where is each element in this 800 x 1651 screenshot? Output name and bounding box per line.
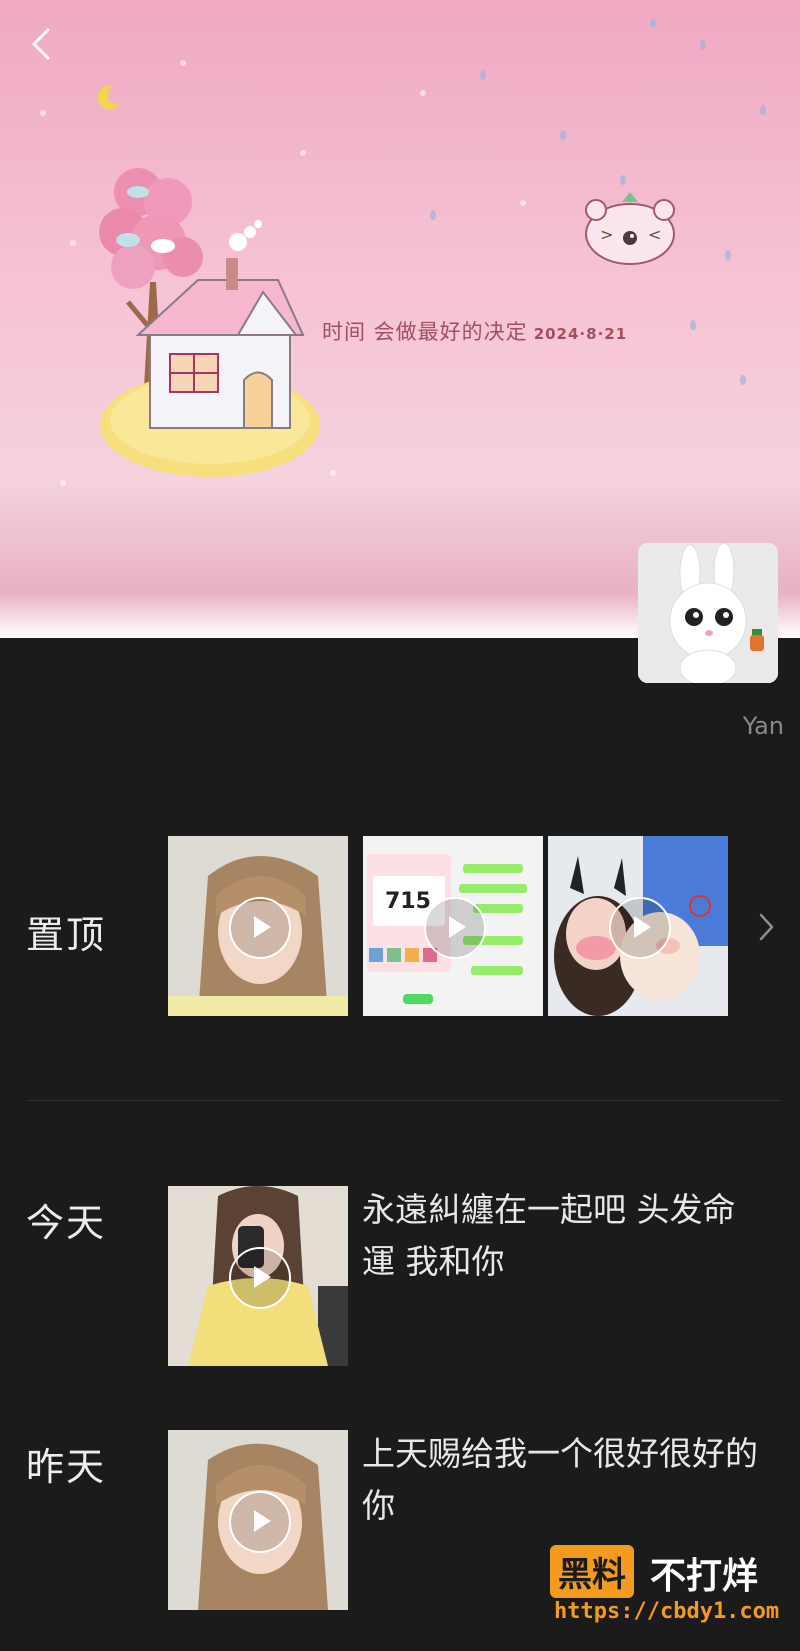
- decor-drop: [740, 375, 746, 385]
- decor-drop: [480, 70, 486, 80]
- play-icon: [229, 1247, 291, 1309]
- decor-dot: [60, 480, 66, 486]
- today-video[interactable]: [168, 1186, 348, 1366]
- yesterday-post-text: 上天赐给我一个很好很好的你: [362, 1434, 758, 1525]
- play-icon: [229, 897, 291, 959]
- today-post-text: 永遠糾纏在一起吧 头发命運 我和你: [362, 1190, 736, 1281]
- play-icon: [609, 897, 671, 959]
- decor-dot: [300, 150, 306, 156]
- chevron-right-icon: [759, 913, 774, 941]
- bear-illustration: > <: [585, 192, 675, 265]
- pinned-more-button[interactable]: [754, 912, 778, 942]
- section-divider: [26, 1100, 782, 1101]
- svg-text:>: >: [600, 225, 613, 244]
- score-number: 715: [385, 889, 431, 914]
- username: Yan: [742, 712, 784, 740]
- decor-dot: [70, 240, 76, 246]
- pinned-video-1[interactable]: [168, 836, 348, 1016]
- cover-date: 2024·8·21: [533, 325, 628, 343]
- moon-icon: [98, 85, 120, 110]
- pinned-video-2[interactable]: 715: [363, 836, 543, 1016]
- decor-drop: [700, 40, 706, 50]
- cover-caption-text: 时间 会做最好的决定: [322, 320, 528, 344]
- bunny-avatar-image: [638, 543, 778, 683]
- play-icon: [424, 897, 486, 959]
- decor-dot: [180, 60, 186, 66]
- decor-drop: [620, 175, 626, 185]
- yesterday-video[interactable]: [168, 1430, 348, 1610]
- decor-drop: [560, 130, 566, 140]
- decor-dot: [330, 470, 336, 476]
- watermark-badge: 黑料: [550, 1545, 634, 1598]
- section-label-today: 今天: [26, 1201, 107, 1245]
- decor-drop: [430, 210, 436, 220]
- decor-drop: [650, 18, 656, 28]
- section-label-pinned: 置顶: [26, 913, 107, 957]
- profile-avatar[interactable]: [638, 543, 778, 683]
- play-icon: [229, 1491, 291, 1553]
- cover-caption: 时间 会做最好的决定 2024·8·21: [322, 316, 627, 346]
- decor-dot: [40, 110, 46, 116]
- pinned-video-3[interactable]: [548, 836, 728, 1016]
- svg-text:<: <: [648, 225, 661, 244]
- watermark-url: https://cbdy1.com: [554, 1599, 780, 1624]
- decor-dot: [520, 200, 526, 206]
- watermark: 黑料 不打烊 https://cbdy1.com: [550, 1545, 782, 1637]
- house-illustration: [100, 220, 320, 477]
- watermark-title: 不打烊: [650, 1556, 759, 1597]
- section-label-yesterday: 昨天: [26, 1445, 107, 1489]
- decor-drop: [690, 320, 696, 330]
- chevron-left-icon: [32, 28, 50, 60]
- back-button[interactable]: [20, 22, 64, 66]
- decor-drop: [760, 105, 766, 115]
- decor-drop: [725, 250, 731, 260]
- decor-dot: [420, 90, 426, 96]
